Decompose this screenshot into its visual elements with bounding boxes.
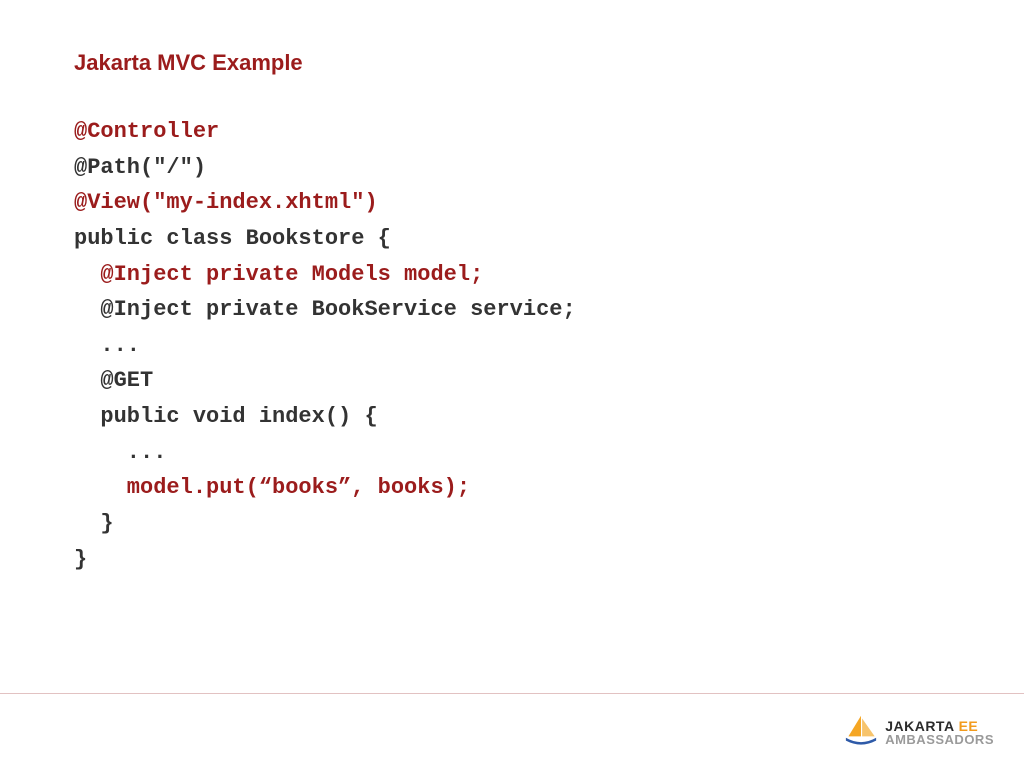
code-line: model.put(“books”, books); (74, 475, 470, 500)
code-line: @Controller (74, 119, 219, 144)
logo-text-ambassadors: AMBASSADORS (885, 733, 994, 746)
logo-text: JAKARTA EE AMBASSADORS (885, 719, 994, 746)
code-line: @Inject private Models model; (74, 262, 483, 287)
code-line: } (74, 511, 114, 536)
slide-title: Jakarta MVC Example (74, 50, 950, 76)
code-line: } (74, 547, 87, 572)
code-line: @View("my-index.xhtml") (74, 190, 378, 215)
code-line: ... (74, 440, 166, 465)
code-block: @Controller @Path("/") @View("my-index.x… (74, 114, 950, 577)
code-line: @Inject private BookService service; (74, 297, 576, 322)
slide: Jakarta MVC Example @Controller @Path("/… (0, 0, 1024, 768)
code-line: @Path("/") (74, 155, 206, 180)
logo-text-ee: EE (959, 719, 979, 733)
code-line: public void index() { (74, 404, 378, 429)
logo-text-jakarta: JAKARTA (885, 719, 954, 733)
jakarta-ee-ambassadors-logo: JAKARTA EE AMBASSADORS (843, 714, 994, 750)
code-line: ... (74, 333, 140, 358)
footer-divider (0, 693, 1024, 694)
code-line: public class Bookstore { (74, 226, 391, 251)
code-line: @GET (74, 368, 153, 393)
sailboat-icon (843, 714, 879, 750)
